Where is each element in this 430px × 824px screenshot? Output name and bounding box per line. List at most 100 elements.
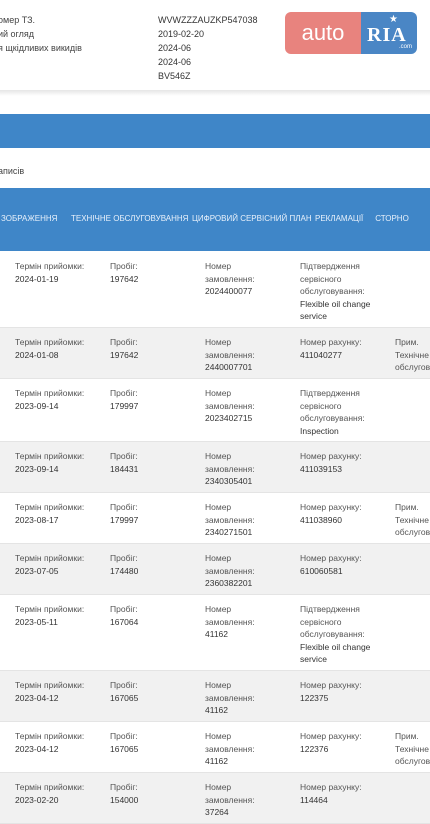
order-number-value: 2340305401 xyxy=(205,476,253,487)
service-detail-label: Підтвердження xyxy=(300,604,360,614)
acceptance-date-cell: Термін прийомки: 2023-04-12 xyxy=(15,679,84,704)
service-detail-label: Номер рахунку: xyxy=(300,731,362,741)
service-detail-cell: Підтвердження сервісного обслуговування: In… xyxy=(300,387,365,437)
header-divider xyxy=(0,90,430,96)
service-detail-value: 122375 xyxy=(300,692,329,703)
note-cell: Прим. Технічне обслугов xyxy=(395,336,430,374)
acceptance-date-cell: Термін прийомки: 2023-02-20 xyxy=(15,781,84,806)
mileage-label: Пробіг: xyxy=(110,731,138,741)
note-text: обслугов xyxy=(395,527,430,538)
mileage-cell: Пробіг: 197642 xyxy=(110,336,138,361)
service-detail-cell: Номер рахунку: 122375 xyxy=(300,679,362,704)
order-number-cell: Номер замовлення: 2024400077 xyxy=(205,260,255,298)
order-number-label: замовлення: xyxy=(205,400,255,411)
order-number-cell: Номер замовлення: 41162 xyxy=(205,679,255,717)
logo-auto[interactable]: auto xyxy=(285,12,361,54)
mileage-cell: Пробіг: 167064 xyxy=(110,603,138,628)
mileage-label: Пробіг: xyxy=(110,553,138,563)
acceptance-date-value: 2023-09-14 xyxy=(15,400,59,411)
list-item[interactable]: Термін прийомки: 2024-01-19 Пробіг: 197642 Н… xyxy=(0,252,430,327)
tabs-bar: ЗОБРАЖЕННЯ ТЕХНІЧНЕ ОБСЛУГОВУВАННЯ ЦИФРО… xyxy=(0,188,430,251)
label-emissions: я щкідливих викидів xyxy=(0,43,82,53)
mileage-cell: Пробіг: 197642 xyxy=(110,260,138,285)
service-detail-value: Flexible oil change xyxy=(300,298,371,309)
note-text: обслугов xyxy=(395,756,430,767)
service-detail-value: Inspection xyxy=(300,425,339,436)
acceptance-date-cell: Термін прийомки: 2023-09-14 xyxy=(15,387,84,412)
note-text: Технічне xyxy=(395,349,429,360)
tab-digital-service-plan[interactable]: ЦИФРОВИЙ СЕРВІСНИЙ ПЛАН xyxy=(187,208,312,230)
tab-images[interactable]: ЗОБРАЖЕННЯ xyxy=(0,208,58,230)
mileage-label: Пробіг: xyxy=(110,451,138,461)
order-number-label: замовлення: xyxy=(205,349,255,360)
service-detail-value: 610060581 xyxy=(300,565,343,576)
list-item[interactable]: Термін прийомки: 2023-04-12 Пробіг: 167065 Н… xyxy=(0,722,430,772)
order-number-label: Номер xyxy=(205,782,232,792)
acceptance-date-cell: Термін прийомки: 2023-05-11 xyxy=(15,603,84,628)
list-item[interactable]: Термін прийомки: 2023-07-05 Пробіг: 174480 Н… xyxy=(0,544,430,594)
list-item[interactable]: Термін прийомки: 2023-05-11 Пробіг: 167064 Н… xyxy=(0,595,430,670)
note-text: Прим. xyxy=(395,502,419,512)
order-number-label: замовлення: xyxy=(205,565,255,576)
note-cell: Прим. Технічне обслугов xyxy=(395,501,430,539)
mileage-cell: Пробіг: 184431 xyxy=(110,450,138,475)
service-detail-label: Підтвердження xyxy=(300,261,360,271)
acceptance-date-label: Термін прийомки: xyxy=(15,261,85,271)
acceptance-date-cell: Термін прийомки: 2023-04-12 xyxy=(15,730,84,755)
tab-claims[interactable]: РЕКЛАМАЦІЇ xyxy=(310,208,366,230)
service-detail-cell: Підтвердження сервісного обслуговування: Fl… xyxy=(300,260,370,323)
service-detail-cell: Підтвердження сервісного обслуговування: Fl… xyxy=(300,603,370,666)
acceptance-date-cell: Термін прийомки: 2023-08-17 xyxy=(15,501,84,526)
service-detail-cell: Номер рахунку: 411038960 xyxy=(300,501,362,526)
service-detail-label: Номер рахунку: xyxy=(300,782,362,792)
acceptance-date-label: Термін прийомки: xyxy=(15,604,85,614)
mileage-value: 184431 xyxy=(110,463,139,474)
order-number-cell: Номер замовлення: 2340271501 xyxy=(205,501,255,539)
order-number-value: 41162 xyxy=(205,756,229,767)
order-number-value: 2340271501 xyxy=(205,527,253,538)
value-inspection: 2024-06 xyxy=(158,43,192,53)
order-number-value: 37264 xyxy=(205,807,229,818)
acceptance-date-value: 2023-07-05 xyxy=(15,565,59,576)
mileage-label: Пробіг: xyxy=(110,604,138,614)
list-item[interactable]: Термін прийомки: 2024-01-08 Пробіг: 197642 Н… xyxy=(0,328,430,378)
logo-ria[interactable]: ★ RIA .com xyxy=(361,12,417,54)
mileage-label: Пробіг: xyxy=(110,680,138,690)
list-item[interactable]: Термін прийомки: 2023-08-17 Пробіг: 179997 Н… xyxy=(0,493,430,543)
mileage-value: 174480 xyxy=(110,565,139,576)
acceptance-date-value: 2023-09-14 xyxy=(15,463,59,474)
order-number-label: Номер xyxy=(205,553,232,563)
order-number-label: замовлення: xyxy=(205,616,255,627)
mileage-label: Пробіг: xyxy=(110,388,138,398)
order-number-cell: Номер замовлення: 41162 xyxy=(205,603,255,641)
mileage-cell: Пробіг: 167065 xyxy=(110,679,138,704)
order-number-label: Номер xyxy=(205,261,232,271)
acceptance-date-cell: Термін прийомки: 2024-01-08 xyxy=(15,336,84,361)
vehicle-info-labels: омер ТЗ. ий огляд я щкідливих викидів xyxy=(0,13,82,55)
list-item[interactable]: Термін прийомки: 2023-09-14 Пробіг: 184431 Н… xyxy=(0,442,430,492)
acceptance-date-value: 2023-08-17 xyxy=(15,514,59,525)
service-detail-cell: Номер рахунку: 114464 xyxy=(300,781,362,806)
order-number-label: замовлення: xyxy=(205,273,255,284)
list-item[interactable]: Термін прийомки: 2023-02-20 Пробіг: 154000 Н… xyxy=(0,773,430,823)
acceptance-date-label: Термін прийомки: xyxy=(15,553,85,563)
order-number-label: Номер xyxy=(205,680,232,690)
service-detail-label: Номер рахунку: xyxy=(300,553,362,563)
order-number-label: Номер xyxy=(205,604,232,614)
service-detail-label: сервісного xyxy=(300,273,342,284)
service-detail-cell: Номер рахунку: 411040277 xyxy=(300,336,362,361)
acceptance-date-label: Термін прийомки: xyxy=(15,451,85,461)
tab-storno[interactable]: СТОРНО xyxy=(370,208,414,230)
note-text: обслугов xyxy=(395,362,430,373)
service-detail-label: Номер рахунку: xyxy=(300,680,362,690)
order-number-label: Номер xyxy=(205,731,232,741)
tab-maintenance[interactable]: ТЕХНІЧНЕ ОБСЛУГОВУВАННЯ xyxy=(66,208,188,230)
note-text: Прим. xyxy=(395,337,419,347)
order-number-value: 41162 xyxy=(205,705,229,716)
list-item[interactable]: Термін прийомки: 2023-04-12 Пробіг: 167065 Н… xyxy=(0,671,430,721)
service-detail-value: Flexible oil change xyxy=(300,641,371,652)
mileage-value: 167065 xyxy=(110,743,139,754)
list-item[interactable]: Термін прийомки: 2023-09-14 Пробіг: 179997 Н… xyxy=(0,379,430,441)
note-text: Прим. xyxy=(395,731,419,741)
order-number-label: замовлення: xyxy=(205,514,255,525)
